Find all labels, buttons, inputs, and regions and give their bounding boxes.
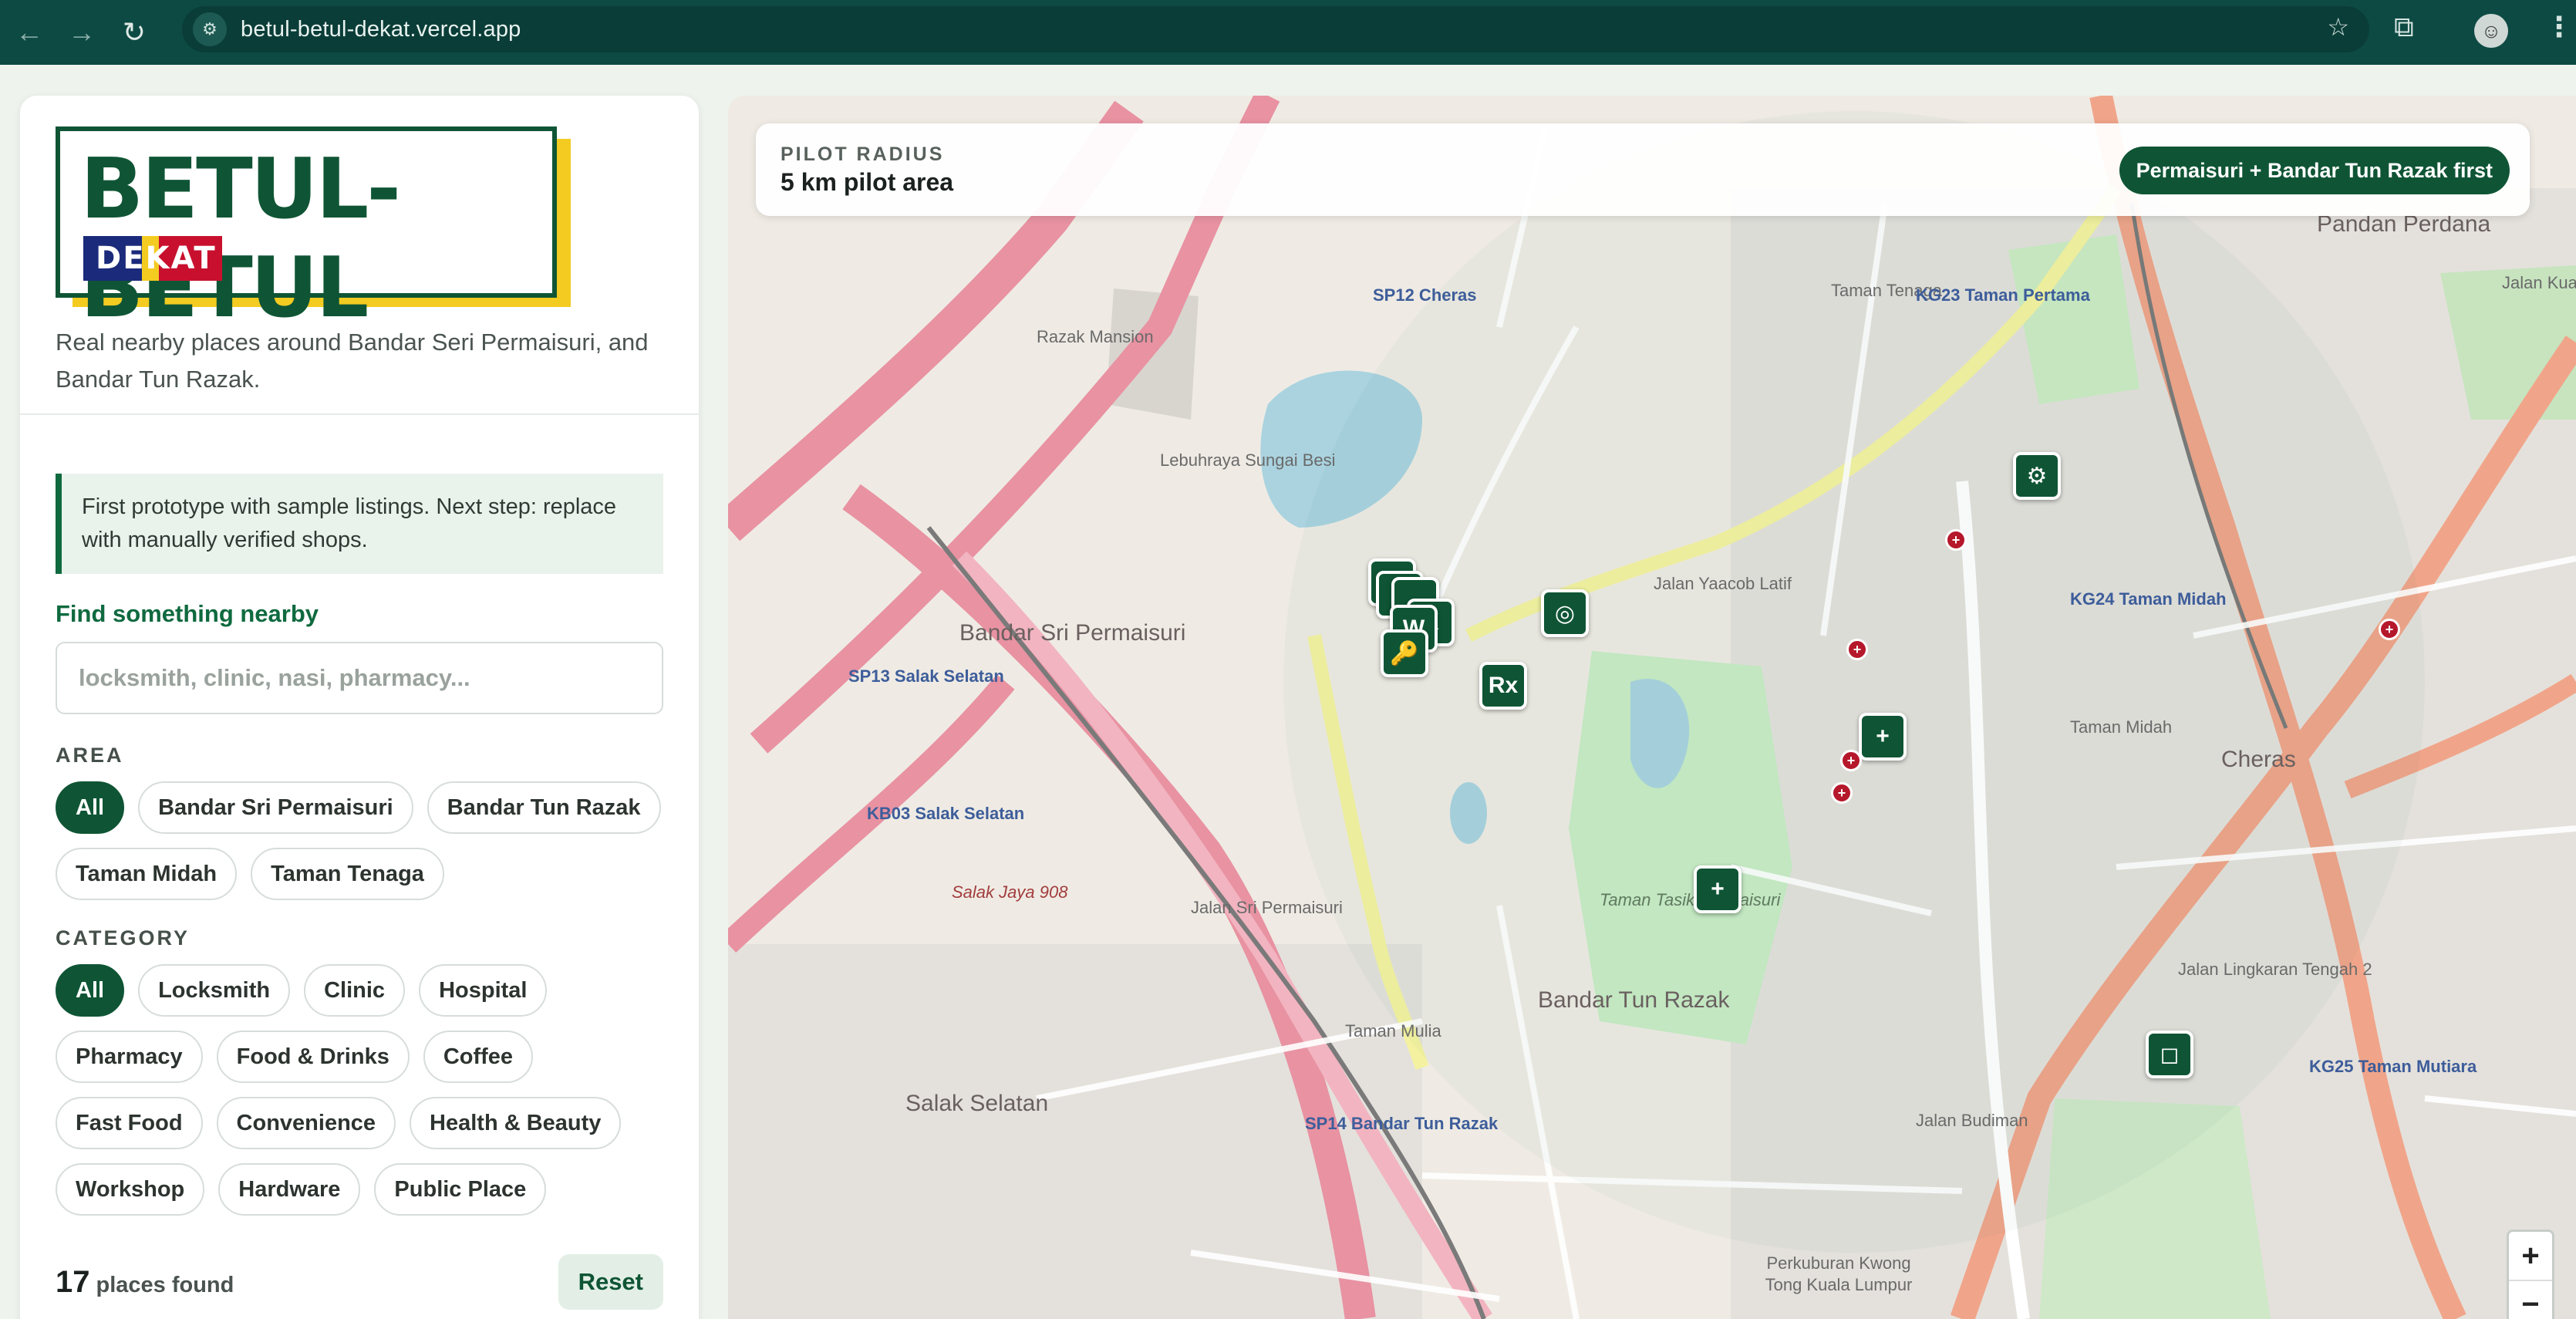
map-tiles — [728, 96, 2576, 1319]
pilot-radius-panel: PILOT RADIUS 5 km pilot area Permaisuri … — [756, 123, 2530, 216]
hospital-pin-icon: + — [2379, 619, 2400, 640]
category-chip-workshop[interactable]: Workshop — [56, 1163, 205, 1216]
prototype-notice: First prototype with sample listings. Ne… — [56, 474, 663, 574]
map-label-kg25: KG25 Taman Mutiara — [2309, 1057, 2477, 1076]
zoom-in-button[interactable]: + — [2509, 1232, 2552, 1280]
area-chip-taman-midah[interactable]: Taman Midah — [56, 848, 238, 900]
locksmith-key-icon[interactable]: 🔑 — [1381, 629, 1428, 677]
extensions-puzzle-icon[interactable]: ⧉ — [2394, 11, 2414, 44]
map-label-jalan-kuari: Jalan Kuari — [2502, 273, 2576, 292]
map-label-sp14: SP14 Bandar Tun Razak — [1305, 1114, 1499, 1133]
category-chip-hardware[interactable]: Hardware — [218, 1163, 361, 1216]
map-label-jalan-lingkaran-tengah: Jalan Lingkaran Tengah 2 — [2178, 960, 2372, 979]
map-label-kg24: KG24 Taman Midah — [2070, 589, 2227, 609]
category-chip-health-beauty[interactable]: Health & Beauty — [410, 1097, 622, 1149]
priority-area-button[interactable]: Permaisuri + Bandar Tun Razak first — [2119, 147, 2510, 194]
map-label-cheras: Cheras — [2221, 747, 2296, 772]
category-chip-hospital[interactable]: Hospital — [419, 964, 548, 1017]
map-label-sp12: SP12 Cheras — [1373, 285, 1477, 305]
gear-marker-icon[interactable]: ⚙ — [2013, 452, 2061, 500]
address-bar[interactable]: ⚙ betul-betul-dekat.vercel.app ☆ — [182, 6, 2369, 52]
target-marker-icon[interactable]: ◎ — [1541, 589, 1589, 637]
browser-menu-kebab-icon[interactable]: ⋮ — [2545, 11, 2573, 43]
pilot-radius-value: 5 km pilot area — [781, 168, 954, 196]
url-text[interactable]: betul-betul-dekat.vercel.app — [241, 17, 521, 42]
reset-button[interactable]: Reset — [558, 1254, 663, 1310]
places-count-label: places found — [96, 1272, 234, 1297]
area-chip-taman-tenaga[interactable]: Taman Tenaga — [251, 848, 444, 900]
map-label-kb03: KB03 Salak Selatan — [867, 804, 1025, 823]
category-filter: All Locksmith Clinic Hospital Pharmacy F… — [56, 964, 673, 1216]
category-chip-locksmith[interactable]: Locksmith — [138, 964, 291, 1017]
find-label: Find something nearby — [56, 600, 319, 627]
map-label-bandar-sri-permaisuri: Bandar Sri Permaisuri — [959, 620, 1186, 646]
back-arrow-icon[interactable]: ← — [6, 9, 52, 56]
area-chip-bandar-tun-razak[interactable]: Bandar Tun Razak — [427, 781, 661, 834]
area-filter: All Bandar Sri Permaisuri Bandar Tun Raz… — [56, 781, 673, 900]
map-label-bandar-tun-razak: Bandar Tun Razak — [1538, 987, 1730, 1013]
places-count: 17 places found — [56, 1264, 234, 1299]
map-view[interactable]: Bandar Sri Permaisuri Bandar Tun Razak S… — [728, 96, 2576, 1319]
zoom-control: + − — [2507, 1230, 2554, 1319]
square-marker-icon[interactable]: ◻ — [2146, 1031, 2193, 1078]
brand-header: BETUL-BETUL DEKAT Real nearby places aro… — [20, 96, 699, 415]
hospital-pin-icon: + — [1831, 782, 1853, 804]
hospital-pin-icon: + — [1846, 639, 1868, 660]
map-label-perkuburan: Perkuburan Kwong Tong Kuala Lumpur — [1765, 1253, 1913, 1294]
logo: BETUL-BETUL DEKAT — [56, 127, 571, 336]
browser-toolbar: ← → ↻ ⚙ betul-betul-dekat.vercel.app ☆ ⧉… — [0, 0, 2576, 65]
pilot-radius-label: PILOT RADIUS — [781, 143, 945, 165]
map-label-salak-selatan: Salak Selatan — [905, 1091, 1049, 1116]
category-chip-coffee[interactable]: Coffee — [423, 1031, 534, 1083]
map-label-taman-tasik-permaisuri: Taman Tasik Permaisuri — [1600, 890, 1781, 909]
results-footer: 17 places found Reset — [56, 1254, 663, 1310]
hospital-pin-icon: + — [1840, 750, 1862, 771]
category-chip-pharmacy[interactable]: Pharmacy — [56, 1031, 203, 1083]
forward-arrow-icon[interactable]: → — [59, 9, 105, 56]
pharmacy-rx-marker[interactable]: Rx — [1479, 662, 1527, 710]
category-chip-fast-food[interactable]: Fast Food — [56, 1097, 203, 1149]
map-label-sp13: SP13 Salak Selatan — [848, 666, 1004, 686]
map-label-lebuhraya-sungai-besi: Lebuhraya Sungai Besi — [1160, 450, 1336, 470]
search-input[interactable]: locksmith, clinic, nasi, pharmacy... — [56, 642, 663, 714]
bookmark-star-icon[interactable]: ☆ — [2327, 12, 2349, 42]
category-chip-all[interactable]: All — [56, 964, 125, 1017]
clinic-plus-marker[interactable]: + — [1694, 865, 1741, 913]
map-label-taman-mulia: Taman Mulia — [1345, 1021, 1441, 1041]
map-label-razak-mansion: Razak Mansion — [1037, 327, 1154, 346]
clinic-plus-marker[interactable]: + — [1859, 713, 1907, 761]
category-chip-clinic[interactable]: Clinic — [304, 964, 406, 1017]
zoom-out-button[interactable]: − — [2509, 1280, 2552, 1319]
area-chip-all[interactable]: All — [56, 781, 125, 834]
map-label-jalan-budiman: Jalan Budiman — [1916, 1111, 2028, 1130]
site-settings-icon[interactable]: ⚙ — [193, 12, 227, 46]
map-label-taman-midah: Taman Midah — [2070, 717, 2173, 737]
profile-avatar[interactable]: ☺ — [2474, 14, 2508, 48]
category-chip-public-place[interactable]: Public Place — [374, 1163, 547, 1216]
logo-subtitle: DEKAT — [83, 236, 222, 281]
map-label-salak-jaya: Salak Jaya 908 — [952, 882, 1068, 902]
area-chip-bandar-sri-permaisuri[interactable]: Bandar Sri Permaisuri — [138, 781, 413, 834]
hospital-pin-icon: + — [1945, 529, 1967, 551]
category-label: CATEGORY — [56, 926, 191, 950]
category-chip-food-drinks[interactable]: Food & Drinks — [216, 1031, 410, 1083]
sidebar: BETUL-BETUL DEKAT Real nearby places aro… — [20, 96, 699, 1319]
map-label-jalan-sri-permaisuri: Jalan Sri Permaisuri — [1191, 898, 1343, 917]
category-chip-convenience[interactable]: Convenience — [216, 1097, 396, 1149]
map-label-jalan-yaacob-latif: Jalan Yaacob Latif — [1654, 574, 1792, 593]
map-label-kg23: KG23 Taman Pertama — [1916, 285, 2090, 305]
reload-icon[interactable]: ↻ — [111, 9, 157, 56]
area-label: AREA — [56, 744, 124, 767]
